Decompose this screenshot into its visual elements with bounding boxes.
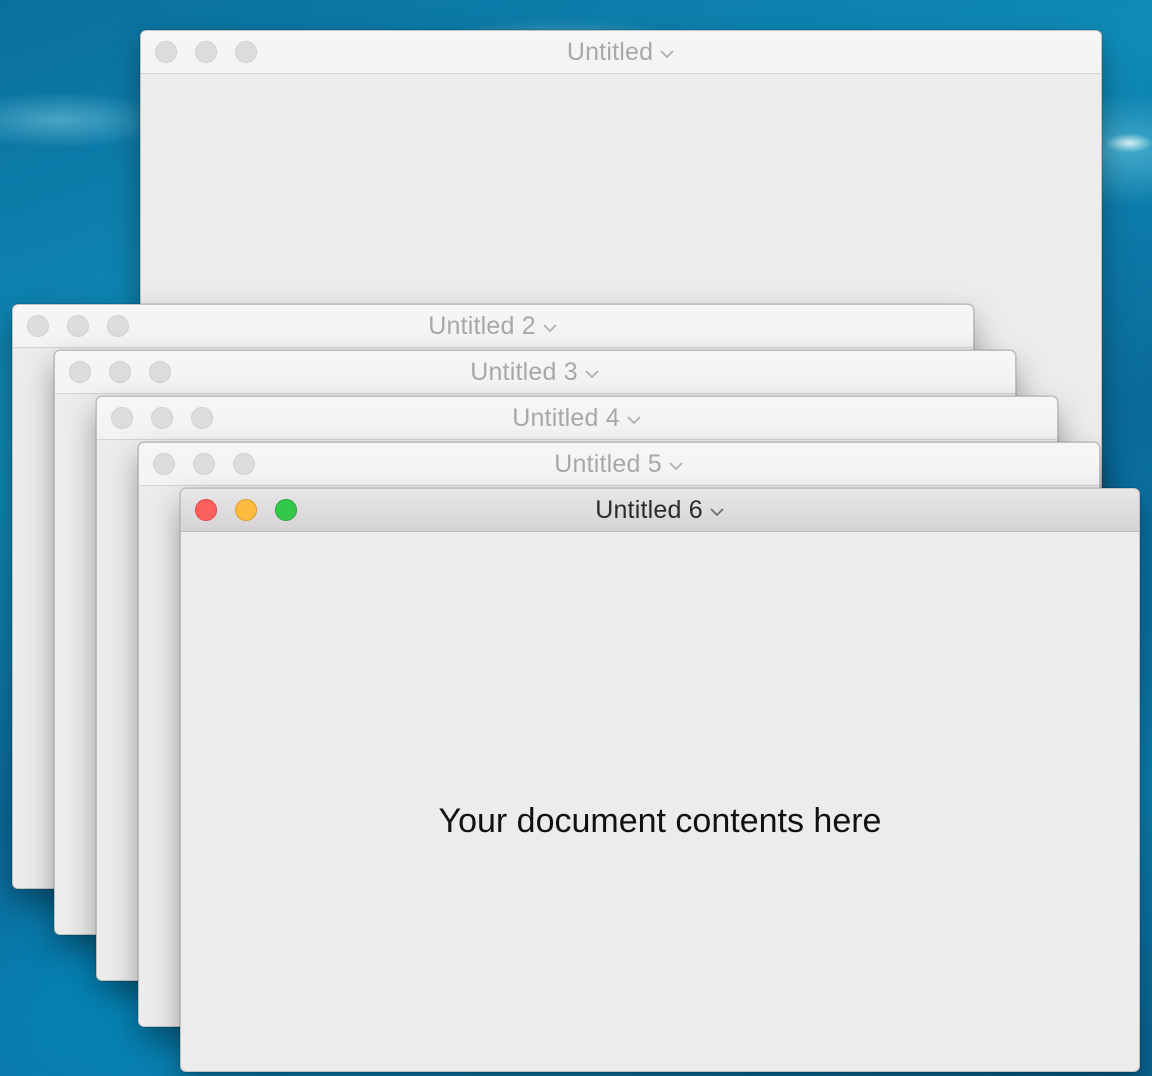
minimize-button[interactable] <box>193 453 215 475</box>
close-button[interactable] <box>69 361 91 383</box>
close-button[interactable] <box>195 499 217 521</box>
window-title: Untitled 4 <box>512 403 620 432</box>
title-menu[interactable]: Untitled 2 <box>428 312 558 341</box>
chevron-down-icon <box>626 415 642 425</box>
window-titlebar[interactable]: Untitled 5 <box>139 443 1099 486</box>
chevron-down-icon <box>659 49 675 59</box>
minimize-button[interactable] <box>195 41 217 63</box>
chevron-down-icon <box>709 507 725 517</box>
window-title: Untitled 3 <box>470 357 578 386</box>
title-menu[interactable]: Untitled 3 <box>470 358 600 387</box>
minimize-button[interactable] <box>67 315 89 337</box>
close-button[interactable] <box>155 41 177 63</box>
close-button[interactable] <box>27 315 49 337</box>
window-titlebar[interactable]: Untitled 4 <box>97 397 1057 440</box>
close-button[interactable] <box>153 453 175 475</box>
chevron-down-icon <box>542 323 558 333</box>
window-title: Untitled 5 <box>554 449 662 478</box>
zoom-button[interactable] <box>107 315 129 337</box>
zoom-button[interactable] <box>149 361 171 383</box>
title-menu[interactable]: Untitled 4 <box>512 404 642 433</box>
close-button[interactable] <box>111 407 133 429</box>
window-titlebar[interactable]: Untitled <box>141 31 1101 74</box>
document-content: Your document contents here <box>438 802 882 840</box>
window-title: Untitled 2 <box>428 311 536 340</box>
window-title: Untitled <box>566 37 654 66</box>
desktop-island-detail <box>1106 134 1152 152</box>
zoom-button[interactable] <box>233 453 255 475</box>
title-menu[interactable]: Untitled 6 <box>595 496 725 525</box>
window-title: Untitled 6 <box>595 495 703 524</box>
window-titlebar[interactable]: Untitled 2 <box>13 305 973 348</box>
window-untitled-6[interactable]: Untitled 6 Your document contents here <box>180 488 1140 1072</box>
desktop-background: Untitled Untitled 2 Untitled 3 Untitled … <box>0 0 1152 1076</box>
window-titlebar[interactable]: Untitled 3 <box>55 351 1015 394</box>
zoom-button[interactable] <box>275 499 297 521</box>
chevron-down-icon <box>584 369 600 379</box>
chevron-down-icon <box>668 461 684 471</box>
zoom-button[interactable] <box>235 41 257 63</box>
minimize-button[interactable] <box>109 361 131 383</box>
minimize-button[interactable] <box>235 499 257 521</box>
title-menu[interactable]: Untitled 5 <box>554 450 684 479</box>
title-menu[interactable]: Untitled <box>567 38 675 67</box>
minimize-button[interactable] <box>151 407 173 429</box>
zoom-button[interactable] <box>191 407 213 429</box>
window-titlebar[interactable]: Untitled 6 <box>181 489 1139 532</box>
